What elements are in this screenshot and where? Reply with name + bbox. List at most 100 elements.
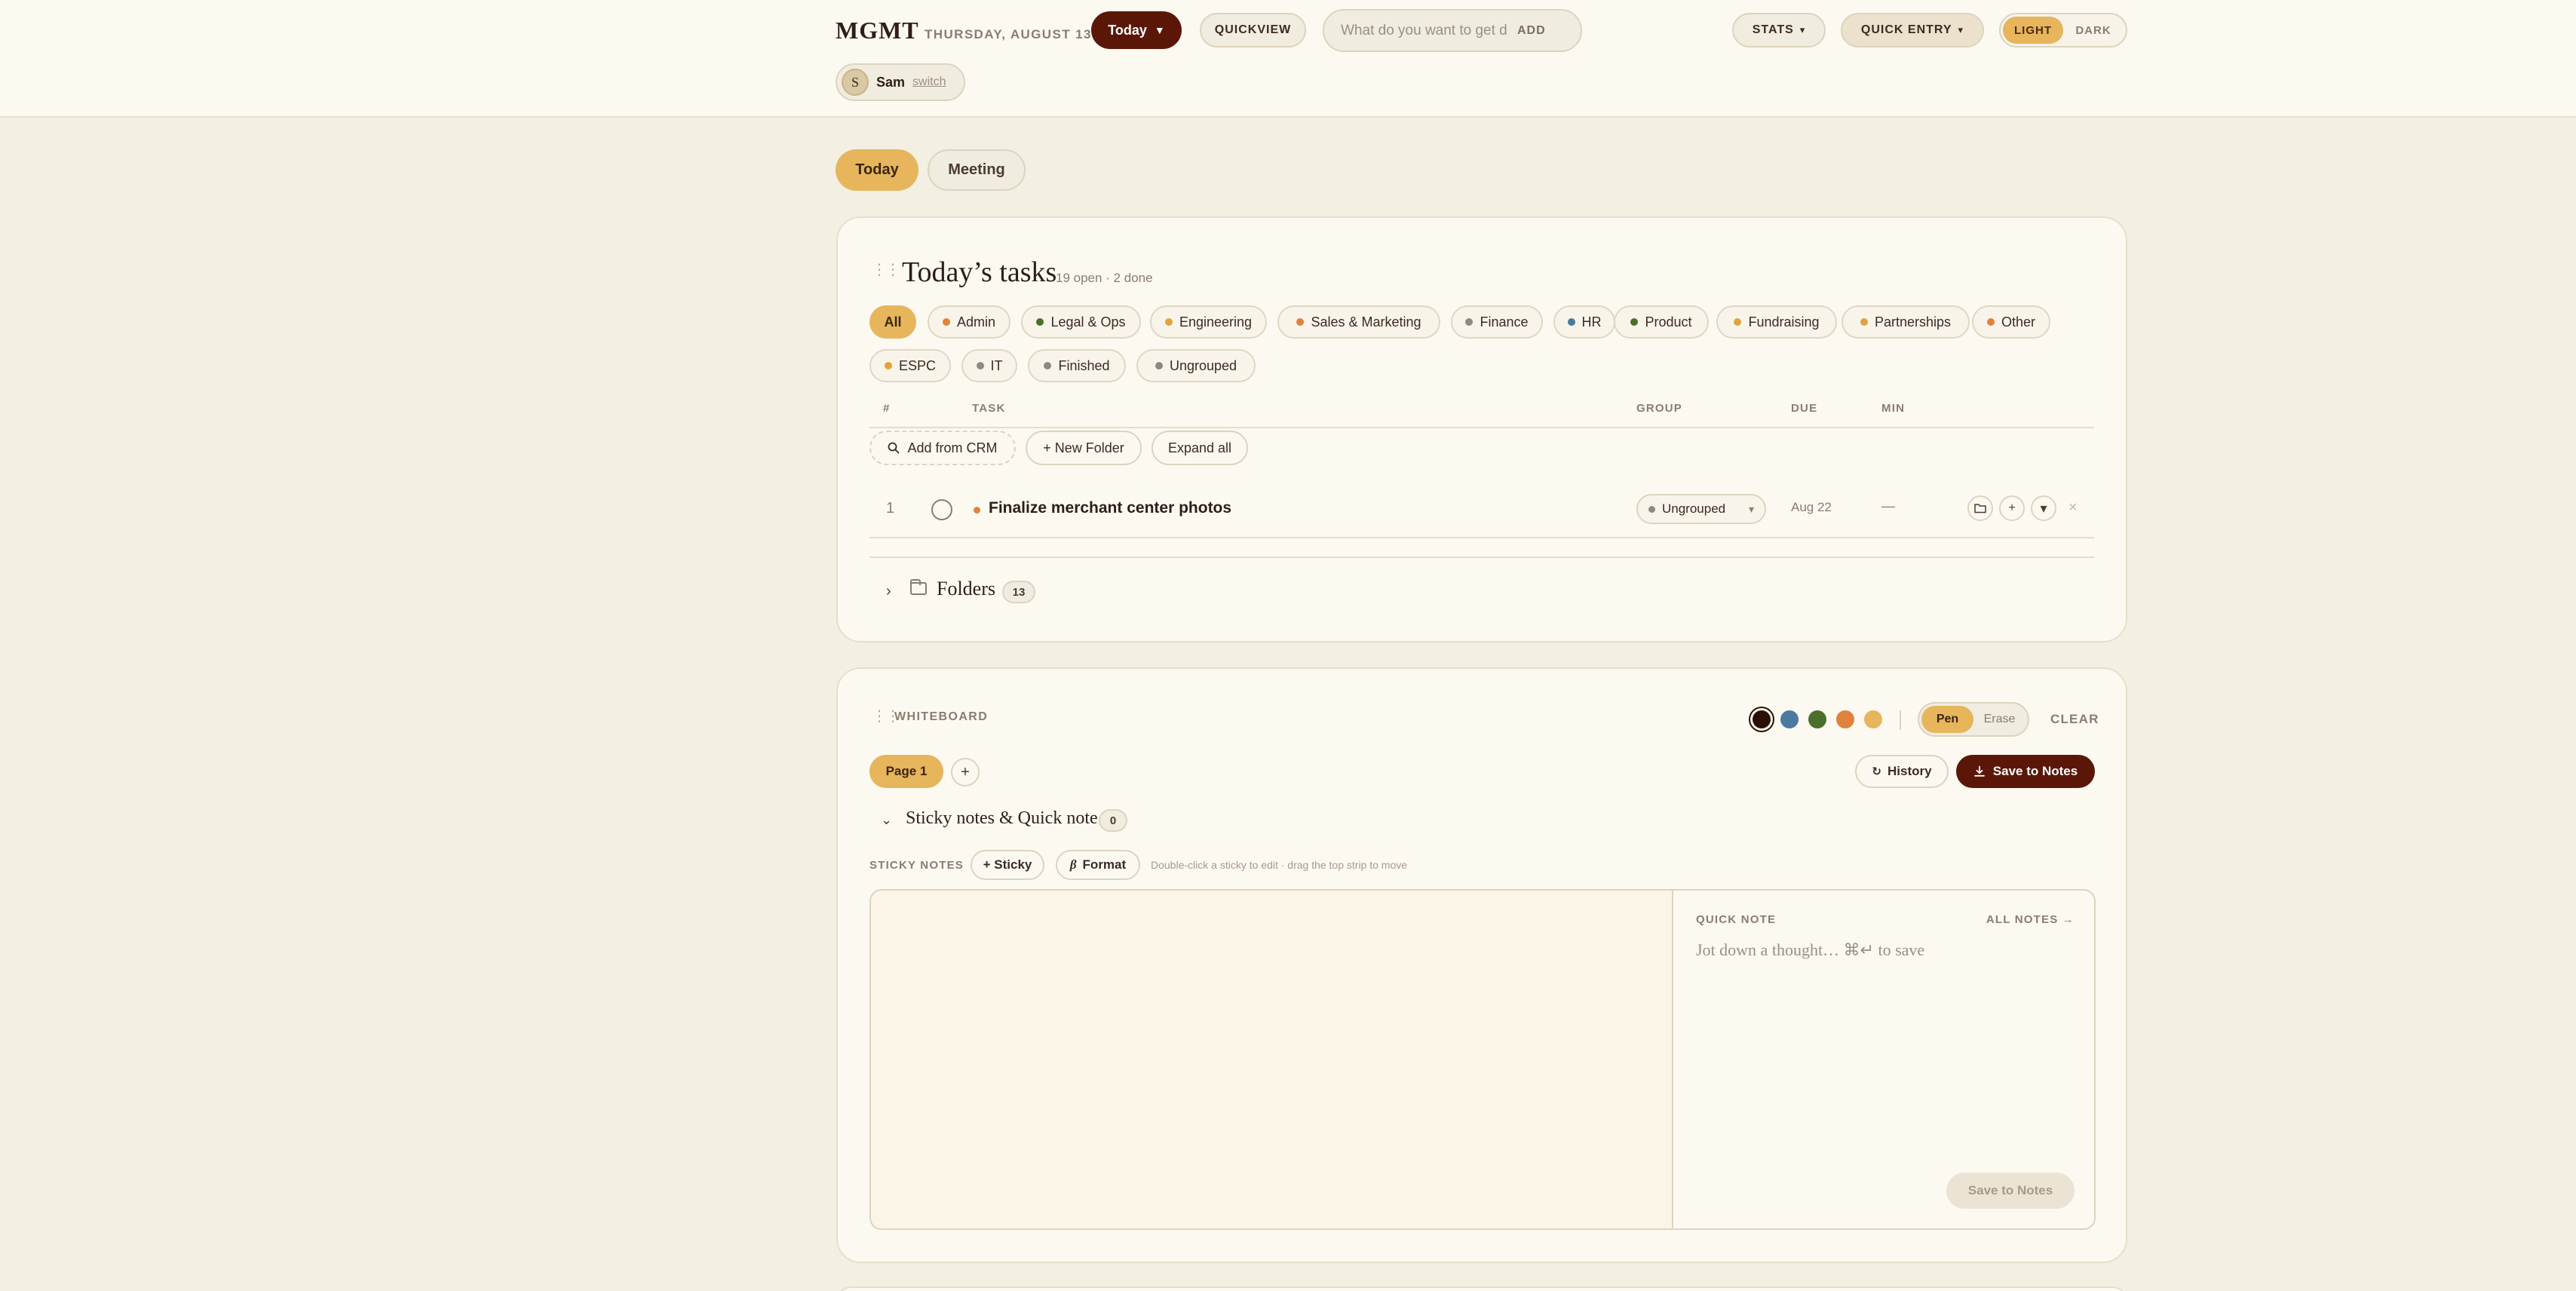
add-sticky-button[interactable]: + Sticky <box>971 850 1044 880</box>
group-select[interactable]: Ungrouped ▾ <box>1636 494 1766 524</box>
delete-task-button[interactable]: × <box>2068 499 2078 517</box>
filter-label: Fundraising <box>1748 314 1820 330</box>
theme-dark-option[interactable]: DARK <box>2063 17 2124 44</box>
new-folder-button[interactable]: + New Folder <box>1026 431 1142 465</box>
task-title[interactable]: Finalize merchant center photos <box>989 499 1231 517</box>
color-swatch-green[interactable] <box>1808 710 1826 728</box>
category-dot <box>1734 318 1742 326</box>
row-number: 1 <box>886 500 895 517</box>
clear-whiteboard-button[interactable]: CLEAR <box>2050 712 2099 727</box>
chevron-down-icon[interactable]: ⌄ <box>881 812 892 828</box>
task-complete-checkbox[interactable] <box>931 499 952 520</box>
filter-chip-product[interactable]: Product <box>1614 305 1709 339</box>
task-entry-box: ADD <box>1323 9 1582 52</box>
category-dot <box>1986 318 1995 326</box>
tasks-title: Today’s tasks <box>902 256 1057 288</box>
category-dot <box>884 362 892 370</box>
filter-chip-fundraising[interactable]: Fundraising <box>1716 305 1837 339</box>
add-task-button[interactable]: ADD <box>1517 24 1546 38</box>
download-icon <box>1973 765 1985 777</box>
user-chip: S Sam switch <box>836 63 965 101</box>
category-dot <box>1860 318 1868 326</box>
add-from-crm-button[interactable]: Add from CRM <box>869 431 1016 465</box>
add-page-button[interactable]: + <box>951 758 980 787</box>
filter-chip-admin[interactable]: Admin <box>928 305 1010 339</box>
sticky-canvas[interactable] <box>871 891 1672 1228</box>
sticky-section-title[interactable]: Sticky notes & Quick note <box>906 808 1098 829</box>
category-dot <box>1044 362 1052 370</box>
category-dot <box>1465 318 1474 326</box>
filter-chip-all[interactable]: All <box>869 305 916 339</box>
add-subtask-button[interactable]: + <box>1999 495 2025 521</box>
sticky-notes-label: STICKY NOTES <box>869 859 964 872</box>
group-dot <box>1648 505 1655 513</box>
filter-label: Admin <box>956 314 996 330</box>
filter-chip-it[interactable]: IT <box>961 349 1017 382</box>
theme-light-option[interactable]: LIGHT <box>2003 17 2063 44</box>
category-dot <box>1164 318 1173 326</box>
stats-dropdown[interactable]: STATS ▾ <box>1732 13 1826 48</box>
drag-handle-icon[interactable]: ⋮⋮ <box>872 262 900 278</box>
avatar: S <box>842 69 869 96</box>
today-dropdown-button[interactable]: Today ▼ <box>1091 11 1182 49</box>
sticky-count-badge: 0 <box>1099 809 1127 832</box>
quickview-button[interactable]: QUICKVIEW <box>1200 13 1306 48</box>
column-header-group: GROUP <box>1636 402 1683 415</box>
whiteboard-page-tab[interactable]: Page 1 <box>869 755 943 788</box>
expand-all-button[interactable]: Expand all <box>1152 431 1248 465</box>
chevron-right-icon[interactable]: › <box>886 583 891 600</box>
save-to-notes-button[interactable]: Save to Notes <box>1956 755 2095 788</box>
color-swatch-blue[interactable] <box>1780 710 1799 728</box>
tab-meeting[interactable]: Meeting <box>928 149 1026 191</box>
filter-label: Finance <box>1480 314 1529 330</box>
erase-tool-button[interactable]: Erase <box>1973 706 2026 733</box>
category-dot <box>1155 362 1163 370</box>
task-entry-input[interactable] <box>1341 22 1507 39</box>
tasks-summary: 19 open · 2 done <box>1056 271 1153 285</box>
task-due-date[interactable]: Aug 22 <box>1791 500 1832 515</box>
move-to-folder-button[interactable] <box>1967 495 1993 521</box>
filter-chip-other[interactable]: Other <box>1972 305 2050 339</box>
filter-chip-hr[interactable]: HR <box>1553 305 1615 339</box>
pen-tool-button[interactable]: Pen <box>1921 706 1973 733</box>
format-icon: β <box>1069 857 1077 872</box>
color-swatch-orange[interactable] <box>1836 710 1854 728</box>
filter-chip-partnerships[interactable]: Partnerships <box>1842 305 1970 339</box>
next-card <box>836 1286 2127 1291</box>
filter-chip-finished[interactable]: Finished <box>1028 349 1126 382</box>
folders-toggle[interactable]: Folders <box>937 578 995 600</box>
category-dot <box>942 318 950 326</box>
chevron-down-icon: ▾ <box>1748 502 1754 515</box>
caret-down-icon: ▾ <box>1799 24 1806 35</box>
all-notes-link[interactable]: ALL NOTES → <box>1986 913 2075 926</box>
chevron-down-icon: ▼ <box>1154 24 1165 36</box>
quick-entry-label: QUICK ENTRY <box>1860 23 1952 36</box>
filter-chip-finance[interactable]: Finance <box>1451 305 1543 339</box>
tab-today[interactable]: Today <box>836 149 918 191</box>
filter-label: Ungrouped <box>1169 357 1237 373</box>
filter-chip-ungrouped[interactable]: Ungrouped <box>1136 349 1256 382</box>
top-header: MGMT THURSDAY, AUGUST 13 Today ▼ QUICKVI… <box>0 0 2576 118</box>
history-button[interactable]: ↻ History <box>1855 755 1949 788</box>
filter-chip-espc[interactable]: ESPC <box>869 349 951 382</box>
user-name: Sam <box>876 74 906 90</box>
filter-chip-legal-ops[interactable]: Legal & Ops <box>1021 305 1141 339</box>
today-button-label: Today <box>1108 22 1147 38</box>
quick-note-input[interactable] <box>1696 940 2073 960</box>
filter-chip-sales-marketing[interactable]: Sales & Marketing <box>1277 305 1440 339</box>
switch-user-link[interactable]: switch <box>912 75 946 89</box>
expand-task-button[interactable]: ▾ <box>2031 495 2056 521</box>
divider <box>1900 710 1901 730</box>
folders-count-badge: 13 <box>1002 581 1035 603</box>
quick-note-save-button[interactable]: Save to Notes <box>1946 1173 2075 1209</box>
history-label: History <box>1888 764 1932 778</box>
folder-icon <box>1974 504 1986 514</box>
color-swatch-dark[interactable] <box>1753 710 1771 728</box>
filter-chip-engineering[interactable]: Engineering <box>1150 305 1267 339</box>
format-button[interactable]: β Format <box>1056 850 1140 880</box>
whiteboard-title: WHITEBOARD <box>894 710 989 723</box>
color-swatch-yellow[interactable] <box>1864 710 1882 728</box>
quick-entry-dropdown[interactable]: QUICK ENTRY ▾ <box>1841 13 1984 48</box>
filter-label: All <box>884 314 902 330</box>
task-minutes[interactable]: — <box>1881 498 1895 514</box>
